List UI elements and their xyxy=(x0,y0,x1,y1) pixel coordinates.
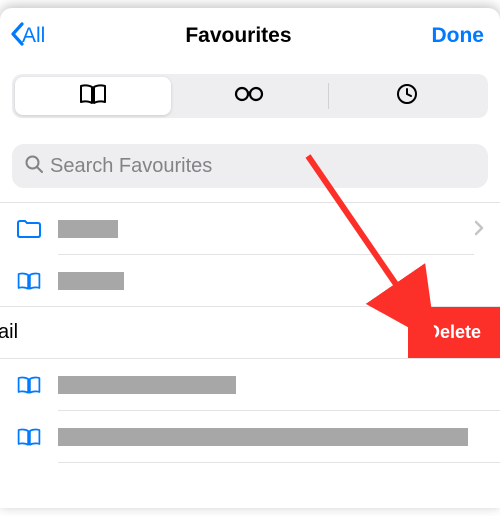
bookmark-title-fragment: ail xyxy=(0,321,18,344)
list-item-swiped[interactable]: ail Delete xyxy=(0,307,500,359)
search-placeholder: Search Favourites xyxy=(50,155,212,178)
bookmarks-sheet: All Favourites Done xyxy=(0,8,500,508)
nav-bar: All Favourites Done xyxy=(0,8,500,60)
done-button[interactable]: Done xyxy=(431,24,484,48)
list-item[interactable] xyxy=(0,255,500,307)
delete-button[interactable]: Delete xyxy=(408,307,500,358)
list-item[interactable] xyxy=(0,203,500,255)
segment-history[interactable] xyxy=(329,77,485,115)
back-button[interactable]: All xyxy=(10,22,45,51)
book-icon xyxy=(16,270,48,292)
book-icon xyxy=(16,374,48,396)
clock-icon xyxy=(395,82,419,111)
redacted-text xyxy=(58,272,124,290)
segment-reading-list[interactable] xyxy=(171,77,327,115)
bookmarks-list: ail Delete xyxy=(0,202,500,463)
search-icon xyxy=(24,154,44,179)
segment-bookmarks[interactable] xyxy=(15,77,171,115)
list-item[interactable] xyxy=(0,359,500,411)
redacted-text xyxy=(58,220,118,238)
glasses-icon xyxy=(232,85,266,108)
list-item[interactable] xyxy=(0,411,500,463)
search-field[interactable]: Search Favourites xyxy=(12,144,488,188)
back-label: All xyxy=(22,24,45,48)
redacted-text xyxy=(58,376,236,394)
page-title: Favourites xyxy=(185,24,291,48)
redacted-text xyxy=(58,428,468,446)
chevron-right-icon xyxy=(474,216,484,242)
book-icon xyxy=(16,426,48,448)
book-icon xyxy=(78,83,108,110)
segmented-control xyxy=(12,74,488,118)
folder-icon xyxy=(16,218,48,240)
